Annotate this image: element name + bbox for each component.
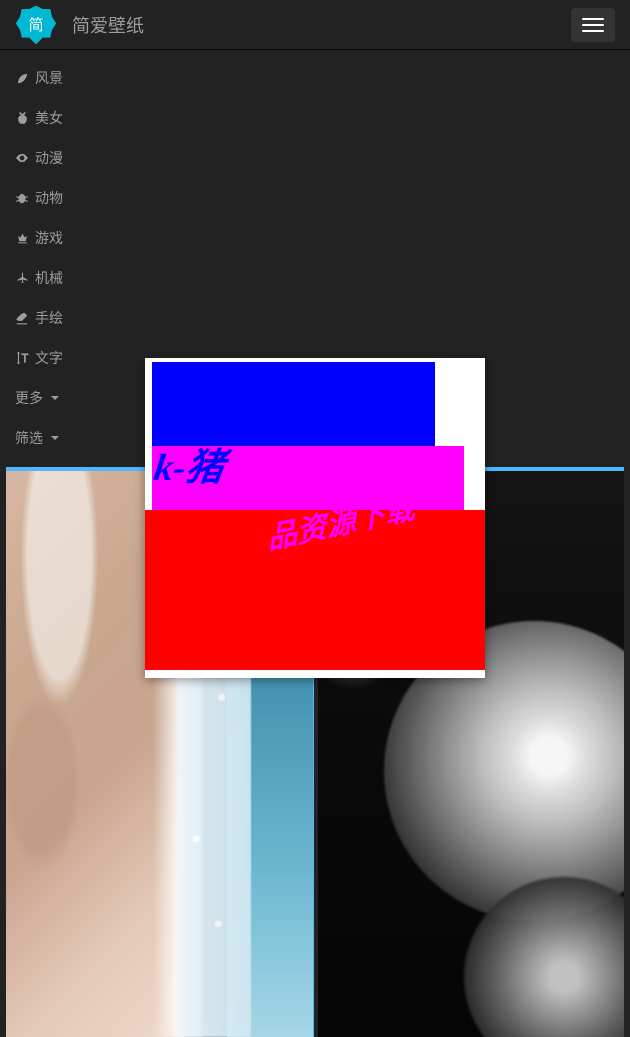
menu-toggle-button[interactable]	[571, 8, 615, 42]
dropdown-filter-label: 筛选	[15, 428, 43, 448]
eraser-icon	[15, 311, 29, 325]
app-brand[interactable]: 简爱壁纸	[72, 12, 144, 38]
caret-down-icon	[51, 436, 59, 440]
category-label: 手绘	[35, 308, 63, 328]
navbar: 简 简爱壁纸	[0, 0, 630, 50]
navbar-left: 简 简爱壁纸	[15, 4, 144, 46]
category-label: 机械	[35, 268, 63, 288]
logo-badge-icon: 简	[15, 4, 57, 46]
chess-queen-icon	[15, 231, 29, 245]
category-label: 动物	[35, 188, 63, 208]
category-label: 动漫	[35, 148, 63, 168]
popup-script-text-1: k-猪	[151, 436, 228, 491]
text-height-icon	[15, 351, 29, 365]
hamburger-bar-icon	[582, 30, 604, 32]
logo-char: 简	[28, 17, 43, 34]
apple-icon	[15, 111, 29, 125]
category-item-beauty[interactable]: 美女	[0, 98, 630, 138]
plane-icon	[15, 271, 29, 285]
dropdown-more-label: 更多	[15, 388, 43, 408]
hamburger-bar-icon	[582, 24, 604, 26]
category-item-scenery[interactable]: 风景	[0, 58, 630, 98]
category-label: 风景	[35, 68, 63, 88]
hamburger-bar-icon	[582, 18, 604, 20]
leaf-icon	[15, 71, 29, 85]
category-label: 美女	[35, 108, 63, 128]
caret-down-icon	[51, 396, 59, 400]
category-item-animal[interactable]: 动物	[0, 178, 630, 218]
category-label: 游戏	[35, 228, 63, 248]
popup-ad[interactable]: k-猪 品资源下载	[145, 358, 485, 678]
category-item-game[interactable]: 游戏	[0, 218, 630, 258]
bug-icon	[15, 191, 29, 205]
category-item-anime[interactable]: 动漫	[0, 138, 630, 178]
app-logo[interactable]: 简	[15, 4, 57, 46]
category-item-machinery[interactable]: 机械	[0, 258, 630, 298]
eye-icon	[15, 151, 29, 165]
category-item-handdrawn[interactable]: 手绘	[0, 298, 630, 338]
category-label: 文字	[35, 348, 63, 368]
